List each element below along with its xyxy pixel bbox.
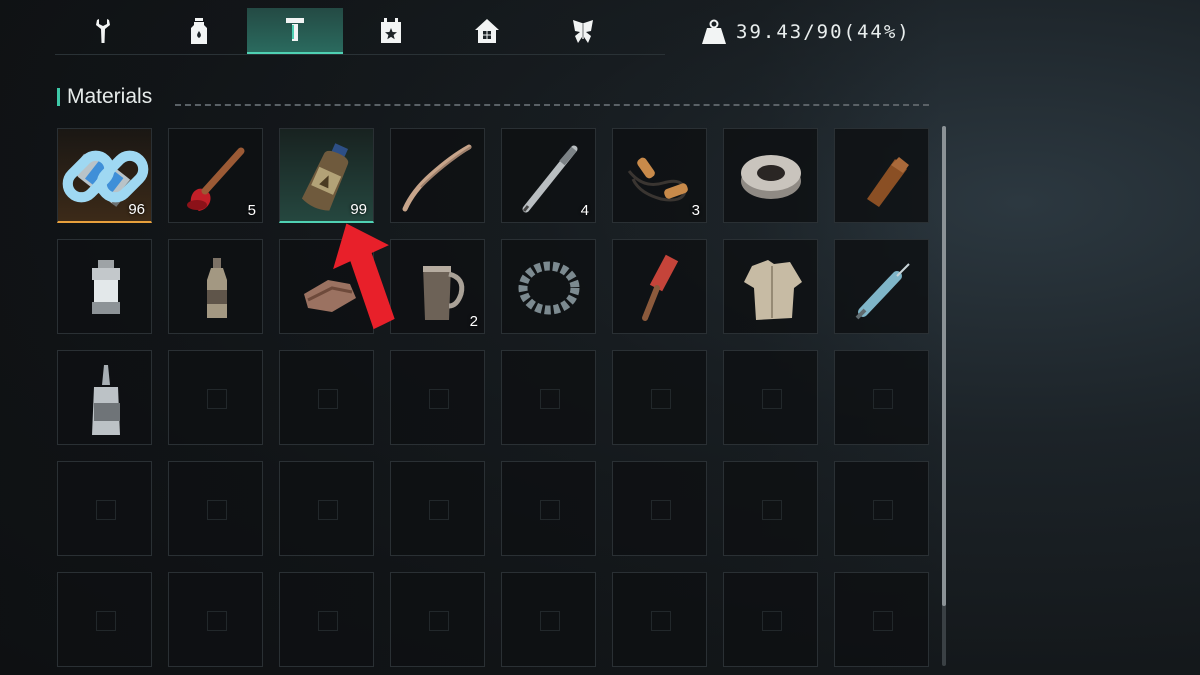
inventory-slot-empty[interactable]	[834, 461, 929, 556]
inventory-slot-empty[interactable]	[501, 350, 596, 445]
inventory-slot-empty[interactable]	[168, 572, 263, 667]
item-quantity: 96	[128, 201, 145, 218]
inventory-slot-clothes-hanger[interactable]	[390, 128, 485, 223]
inventory-slot-empty[interactable]	[279, 350, 374, 445]
tape-roll-icon	[741, 155, 801, 199]
inventory-slot-pen[interactable]: 4	[501, 128, 596, 223]
tab-special[interactable]	[343, 8, 439, 54]
inventory-slot-metal-bottle[interactable]	[168, 239, 263, 334]
inventory-slot-battery[interactable]: 96	[57, 128, 152, 223]
calendar-star-icon	[381, 18, 401, 43]
item-quantity: 2	[469, 313, 478, 330]
clothes-hanger-icon	[402, 144, 472, 212]
item-quantity: 5	[247, 202, 256, 219]
inventory-slot-empty[interactable]	[390, 461, 485, 556]
inventory-slot-empty[interactable]	[501, 572, 596, 667]
tab-base[interactable]	[439, 8, 535, 54]
inventory-slot-empty[interactable]	[168, 461, 263, 556]
inventory-slot-bracelet[interactable]	[501, 239, 596, 334]
jacket-icon	[744, 260, 802, 320]
scrollbar-thumb[interactable]	[942, 126, 946, 606]
item-quantity: 4	[580, 202, 589, 219]
section-divider	[175, 104, 929, 106]
paint-roller-icon	[642, 254, 679, 321]
tab-materials[interactable]	[247, 8, 343, 54]
item-quantity: 3	[691, 202, 700, 219]
inventory-slot-pitcher[interactable]: 2	[390, 239, 485, 334]
inventory-slot-empty[interactable]	[834, 572, 929, 667]
inventory-slot-plunger[interactable]: 5	[168, 128, 263, 223]
carry-weight-value: 39.43/90(44%)	[736, 21, 911, 43]
red-arrow-annotation	[333, 223, 395, 330]
inventory-slot-syringe[interactable]	[834, 239, 929, 334]
inventory-slot-jump-rope[interactable]: 3	[612, 128, 707, 223]
category-tab-bar	[55, 8, 665, 55]
inventory-slot-empty[interactable]	[279, 461, 374, 556]
materials-icon	[286, 18, 304, 41]
inventory-slot-chemical-bottle[interactable]: 99	[279, 128, 374, 223]
section-accent-bar	[57, 88, 60, 106]
section-title: Materials	[67, 85, 153, 108]
wood-piece-icon	[867, 157, 909, 207]
butterfly-icon	[573, 20, 593, 43]
inventory-slot-empty[interactable]	[612, 350, 707, 445]
tab-tools[interactable]	[55, 8, 151, 54]
glue-bottle-icon	[92, 365, 120, 435]
lantern-icon	[92, 260, 120, 314]
inventory-slot-wood-piece[interactable]	[834, 128, 929, 223]
inventory-slot-empty[interactable]	[57, 461, 152, 556]
inventory-slot-empty[interactable]	[612, 461, 707, 556]
inventory-slot-paint-roller[interactable]	[612, 239, 707, 334]
inventory-slot-jacket[interactable]	[723, 239, 818, 334]
item-quantity: 99	[350, 201, 367, 218]
inventory-slot-empty[interactable]	[390, 350, 485, 445]
inventory-slot-empty[interactable]	[57, 572, 152, 667]
inventory-slot-empty[interactable]	[501, 461, 596, 556]
weight-icon	[702, 19, 726, 44]
inventory-slot-glue-bottle[interactable]	[57, 350, 152, 445]
inventory-slot-empty[interactable]	[834, 350, 929, 445]
inventory-slot-empty[interactable]	[168, 350, 263, 445]
carry-weight-indicator: 39.43/90(44%)	[700, 14, 911, 50]
wrench-icon	[96, 19, 110, 43]
inventory-slot-empty[interactable]	[390, 572, 485, 667]
metal-bottle-icon	[207, 258, 227, 318]
inventory-slot-empty[interactable]	[279, 572, 374, 667]
inventory-slot-empty[interactable]	[723, 461, 818, 556]
tab-collectibles[interactable]	[535, 8, 631, 54]
tab-consumables[interactable]	[151, 8, 247, 54]
syringe-icon	[855, 263, 910, 320]
bottle-icon	[191, 18, 207, 44]
inventory-slot-empty[interactable]	[723, 350, 818, 445]
inventory-slot-empty[interactable]	[612, 572, 707, 667]
materials-section-header: Materials	[57, 85, 929, 108]
inventory-slot-empty[interactable]	[723, 572, 818, 667]
bracelet-icon	[518, 261, 580, 315]
inventory-slot-tape-roll[interactable]	[723, 128, 818, 223]
inventory-slot-lantern[interactable]	[57, 239, 152, 334]
house-icon	[475, 19, 499, 43]
